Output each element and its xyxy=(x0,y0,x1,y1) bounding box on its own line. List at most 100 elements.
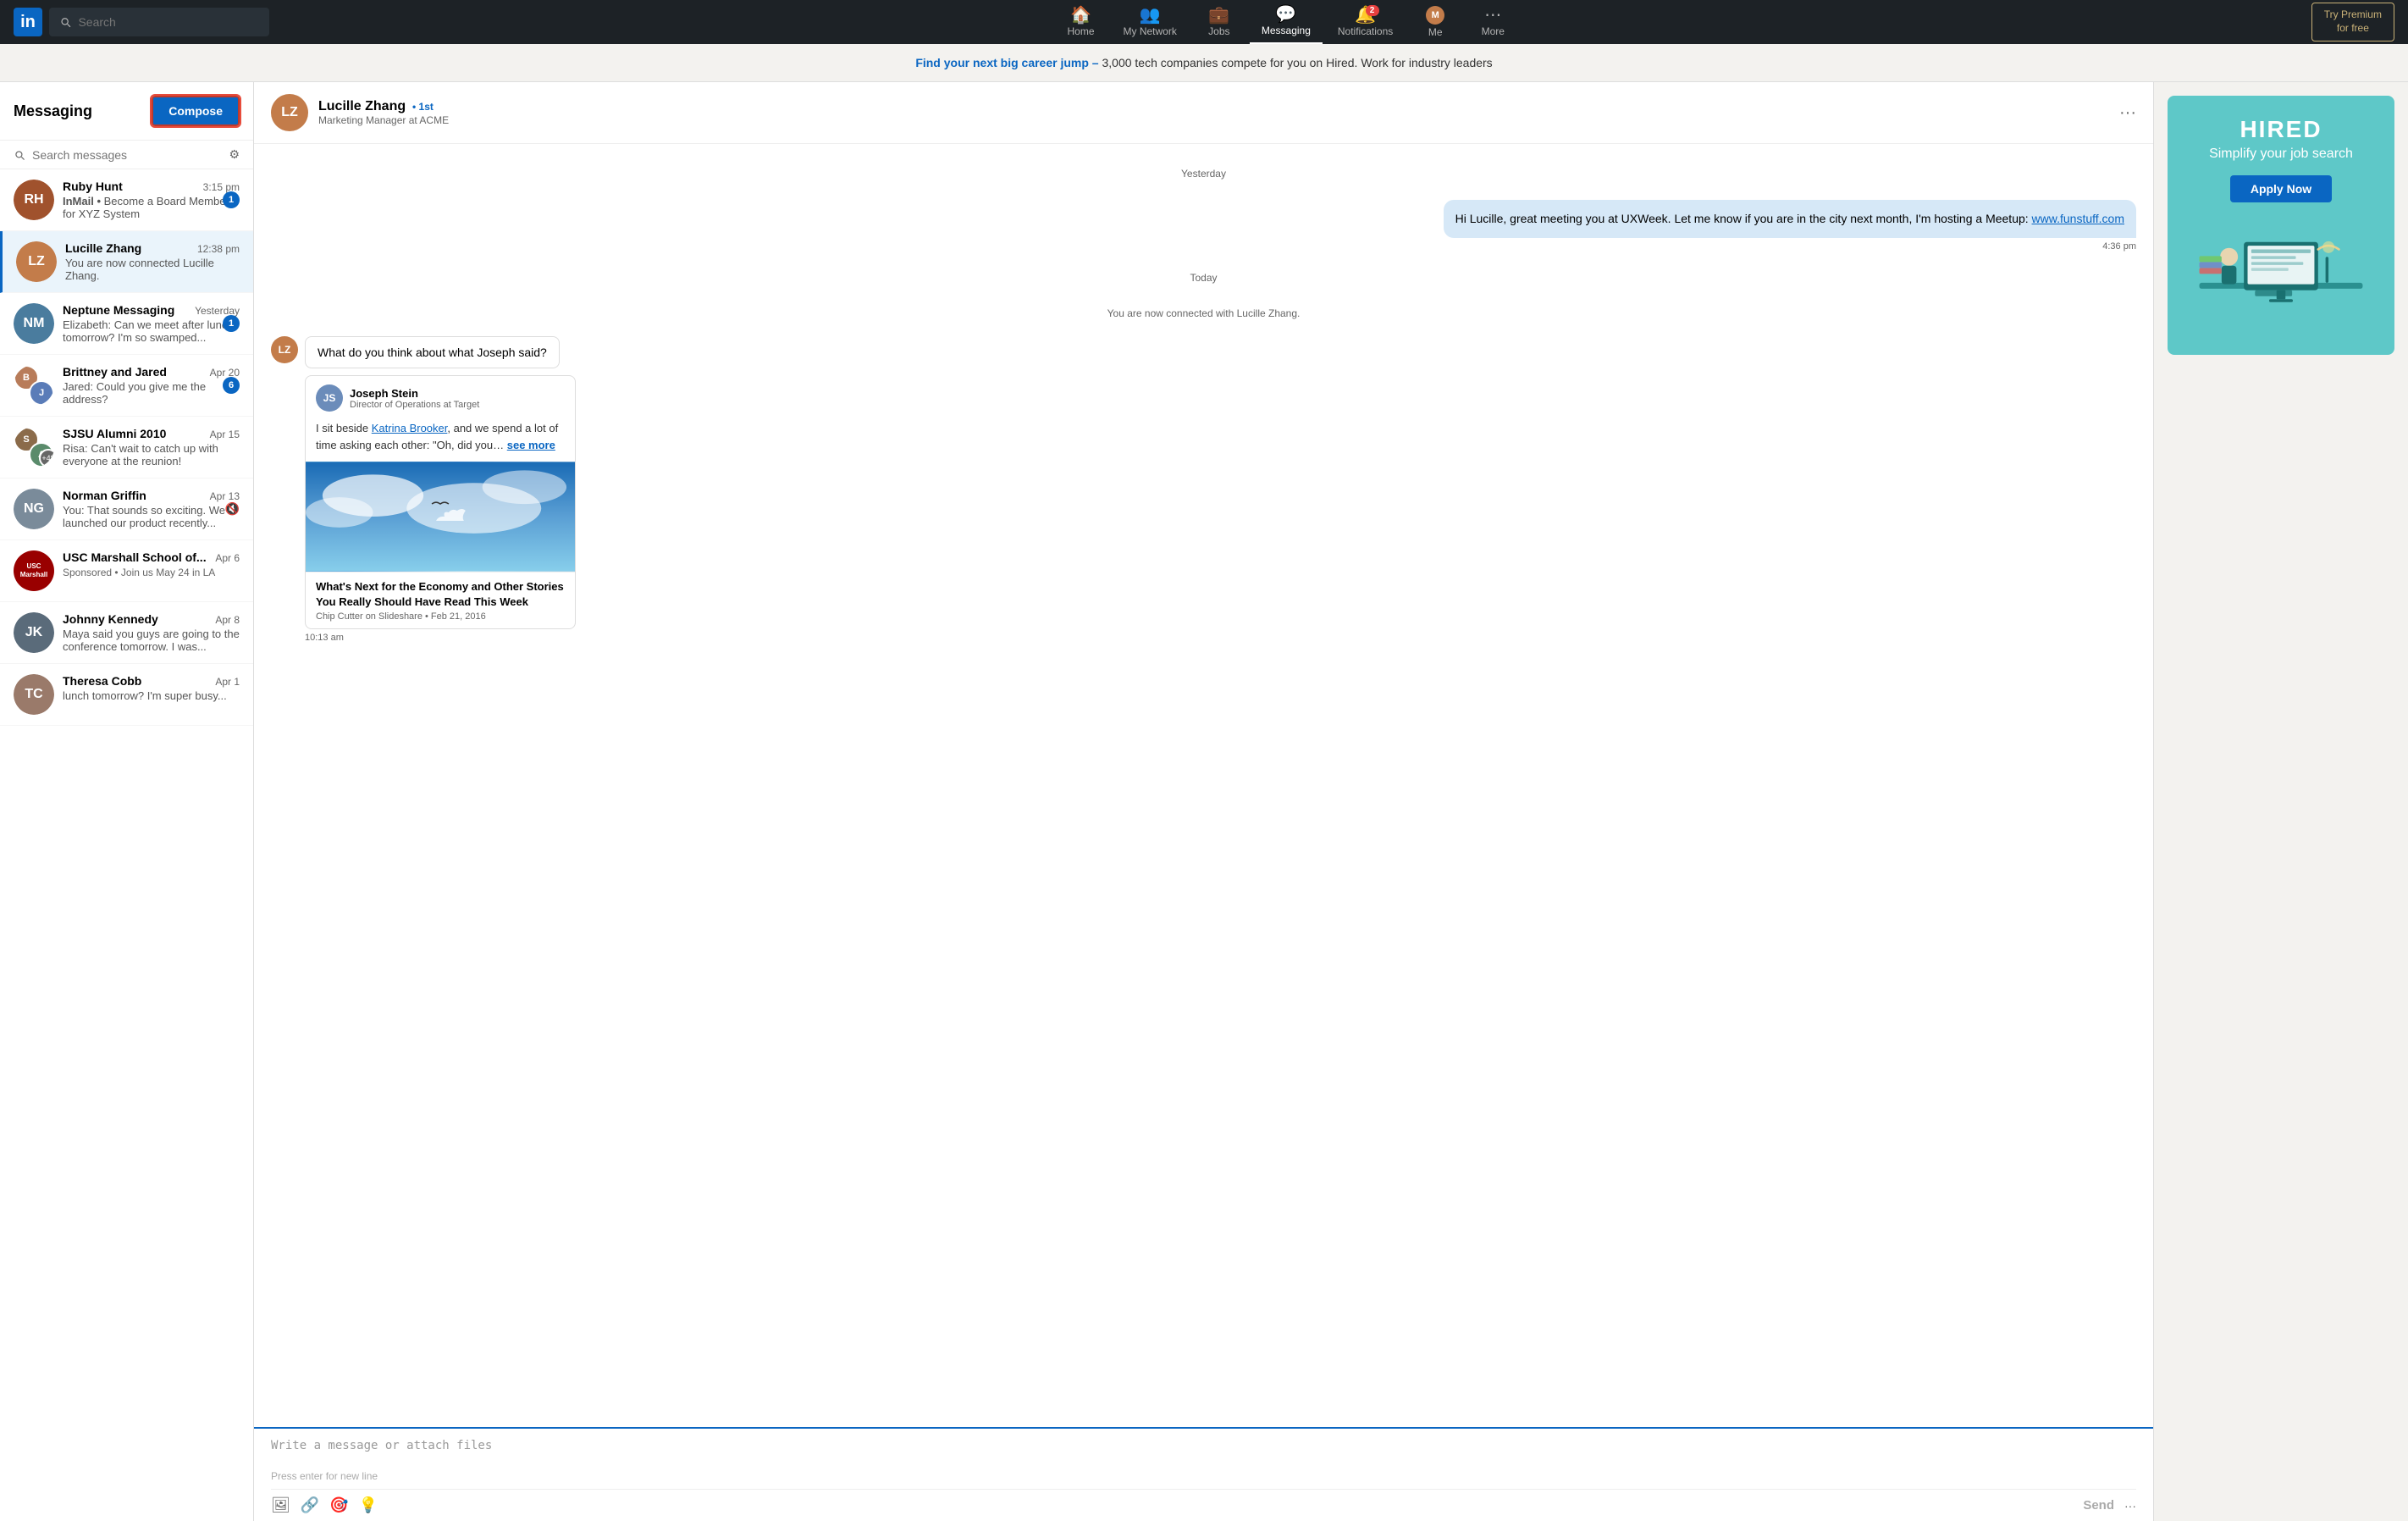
more-options-icon[interactable]: ··· xyxy=(2124,1499,2136,1513)
ruby-hunt-preview: InMail • Become a Board Member for XYZ S… xyxy=(63,195,240,220)
incoming-content-1: What do you think about what Joseph said… xyxy=(305,336,576,643)
jobs-icon: 💼 xyxy=(1208,7,1229,24)
neptune-name: Neptune Messaging xyxy=(63,303,174,317)
promo-banner: Find your next big career jump – 3,000 t… xyxy=(0,44,2408,82)
nav-item-home[interactable]: 🏠 Home xyxy=(1054,0,1108,44)
norman-avatar-circle: NG xyxy=(14,489,54,529)
norman-name: Norman Griffin xyxy=(63,489,146,502)
lucille-zhang-time: 12:38 pm xyxy=(197,243,240,255)
shared-card-title: What's Next for the Economy and Other St… xyxy=(316,579,565,610)
jared-avatar: J xyxy=(29,380,54,406)
brittney-jared-avatar: B J xyxy=(14,365,54,406)
ad-panel: HIRED Simplify your job search Apply Now xyxy=(2154,82,2408,1521)
ruby-hunt-badge: 1 xyxy=(223,191,240,208)
lucille-zhang-content: Lucille Zhang 12:38 pm You are now conne… xyxy=(65,241,240,282)
nav-item-jobs[interactable]: 💼 Jobs xyxy=(1192,0,1246,44)
conversation-item-norman[interactable]: NG Norman Griffin Apr 13 You: That sound… xyxy=(0,478,253,540)
theresa-content: Theresa Cobb Apr 1 lunch tomorrow? I'm s… xyxy=(63,674,240,702)
norman-header: Norman Griffin Apr 13 xyxy=(63,489,240,502)
home-icon: 🏠 xyxy=(1070,7,1091,24)
send-button[interactable]: Send xyxy=(2083,1498,2114,1513)
nav-notifications-label: Notifications xyxy=(1338,25,1393,37)
neptune-avatar: NM xyxy=(14,303,54,344)
sjsu-header: SJSU Alumni 2010 Apr 15 xyxy=(63,427,240,440)
sjsu-name: SJSU Alumni 2010 xyxy=(63,427,166,440)
usc-content: USC Marshall School of... Apr 6 Sponsore… xyxy=(63,550,240,578)
conversation-item-lucille-zhang[interactable]: LZ Lucille Zhang 12:38 pm You are now co… xyxy=(0,231,253,293)
brittney-jared-name: Brittney and Jared xyxy=(63,365,167,379)
nav-item-messaging[interactable]: 💬 Messaging xyxy=(1250,0,1323,44)
sjsu-avatar: S A +48 xyxy=(14,427,54,467)
main-layout: Messaging Compose ⚙ RH Ruby Hunt 3:15 pm xyxy=(0,82,2408,1521)
msg-search-input[interactable] xyxy=(32,148,222,162)
johnny-preview: Maya said you guys are going to the conf… xyxy=(63,628,240,653)
shared-card-meta: Chip Cutter on Slideshare • Feb 21, 2016 xyxy=(316,611,565,622)
messaging-panel: Messaging Compose ⚙ RH Ruby Hunt 3:15 pm xyxy=(0,82,254,1521)
ad-subtitle: Simplify your job search xyxy=(2184,147,2378,162)
lucille-zhang-header: Lucille Zhang 12:38 pm xyxy=(65,241,240,255)
notifications-badge: 2 xyxy=(1366,5,1379,16)
my-network-icon: 👥 xyxy=(1140,7,1161,24)
conversation-item-ruby-hunt[interactable]: RH Ruby Hunt 3:15 pm InMail • Become a B… xyxy=(0,169,253,231)
navbar: in 🏠 Home 👥 My Network 💼 Jobs 💬 Messagin… xyxy=(0,0,2408,44)
nav-item-me[interactable]: M Me xyxy=(1408,0,1462,44)
ruby-hunt-avatar: RH xyxy=(14,180,54,220)
conversation-item-theresa[interactable]: TC Theresa Cobb Apr 1 lunch tomorrow? I'… xyxy=(0,664,253,726)
image-attach-icon[interactable]: 🖼 xyxy=(271,1496,290,1514)
chat-contact-degree: • 1st xyxy=(412,101,434,113)
conversation-list: RH Ruby Hunt 3:15 pm InMail • Become a B… xyxy=(0,169,253,1521)
brittney-jared-time: Apr 20 xyxy=(210,367,240,379)
brittney-jared-group-avatar: B J xyxy=(14,365,54,406)
input-hint: Press enter for new line xyxy=(271,1470,2136,1482)
bubble-link-1[interactable]: www.funstuff.com xyxy=(2032,212,2124,225)
shared-card-image xyxy=(306,462,575,572)
theresa-header: Theresa Cobb Apr 1 xyxy=(63,674,240,688)
search-input[interactable] xyxy=(78,15,259,29)
norman-time: Apr 13 xyxy=(210,490,240,502)
msg-search-icon xyxy=(14,149,25,161)
gif-icon[interactable]: 🎯 xyxy=(329,1496,348,1514)
johnny-content: Johnny Kennedy Apr 8 Maya said you guys … xyxy=(63,612,240,653)
conversation-item-johnny[interactable]: JK Johnny Kennedy Apr 8 Maya said you gu… xyxy=(0,602,253,664)
ad-apply-button[interactable]: Apply Now xyxy=(2230,175,2332,202)
linkedin-logo[interactable]: in xyxy=(14,8,42,36)
conversation-item-brittney-jared[interactable]: B J Brittney and Jared Apr 20 Jared: Cou… xyxy=(0,355,253,417)
compose-button[interactable]: Compose xyxy=(152,96,240,126)
message-input[interactable] xyxy=(271,1439,2136,1466)
chat-contact-title: Marketing Manager at ACME xyxy=(318,114,449,126)
chat-options-icon[interactable]: ··· xyxy=(2119,103,2136,123)
nav-jobs-label: Jobs xyxy=(1208,25,1229,37)
lightbulb-icon[interactable]: 💡 xyxy=(359,1496,378,1514)
nav-item-notifications[interactable]: 🔔 2 Notifications xyxy=(1326,0,1405,44)
link-attach-icon[interactable]: 🔗 xyxy=(301,1496,319,1514)
message-search-bar: ⚙ xyxy=(0,141,253,169)
messaging-header: Messaging Compose xyxy=(0,82,253,141)
premium-button[interactable]: Try Premium for free xyxy=(2311,3,2394,41)
date-divider-today: Today xyxy=(271,272,2136,284)
nav-item-my-network[interactable]: 👥 My Network xyxy=(1112,0,1189,44)
filter-icon[interactable]: ⚙ xyxy=(229,147,240,162)
conversation-item-sjsu[interactable]: S A +48 SJSU Alumni 2010 Apr 15 Risa: Ca… xyxy=(0,417,253,478)
theresa-time: Apr 1 xyxy=(215,676,240,688)
joseph-stein-role: Director of Operations at Target xyxy=(350,400,479,410)
johnny-time: Apr 8 xyxy=(215,614,240,626)
katrina-brooker-link[interactable]: Katrina Brooker xyxy=(372,422,448,434)
date-divider-yesterday: Yesterday xyxy=(271,168,2136,180)
see-more-link[interactable]: see more xyxy=(507,439,555,451)
brittney-jared-content: Brittney and Jared Apr 20 Jared: Could y… xyxy=(63,365,240,406)
sjsu-time: Apr 15 xyxy=(210,429,240,440)
usc-preview: Sponsored • Join us May 24 in LA xyxy=(63,566,240,578)
search-bar[interactable] xyxy=(49,8,269,36)
conversation-item-usc[interactable]: USCMarshall USC Marshall School of... Ap… xyxy=(0,540,253,602)
sjsu-content: SJSU Alumni 2010 Apr 15 Risa: Can't wait… xyxy=(63,427,240,467)
me-avatar: M xyxy=(1426,6,1444,25)
lucille-zhang-preview: You are now connected Lucille Zhang. xyxy=(65,257,240,282)
incoming-question: What do you think about what Joseph said… xyxy=(305,336,560,368)
banner-link[interactable]: Find your next big career jump – xyxy=(915,56,1098,69)
chat-header-info: LZ Lucille Zhang • 1st Marketing Manager… xyxy=(271,94,449,131)
outgoing-bubble-1: Hi Lucille, great meeting you at UXWeek.… xyxy=(1444,200,2136,238)
sjsu-group-avatar: S A +48 xyxy=(14,427,54,467)
nav-item-more[interactable]: ⋯ More xyxy=(1466,0,1520,44)
conversation-item-neptune[interactable]: NM Neptune Messaging Yesterday Elizabeth… xyxy=(0,293,253,355)
theresa-avatar: TC xyxy=(14,674,54,715)
